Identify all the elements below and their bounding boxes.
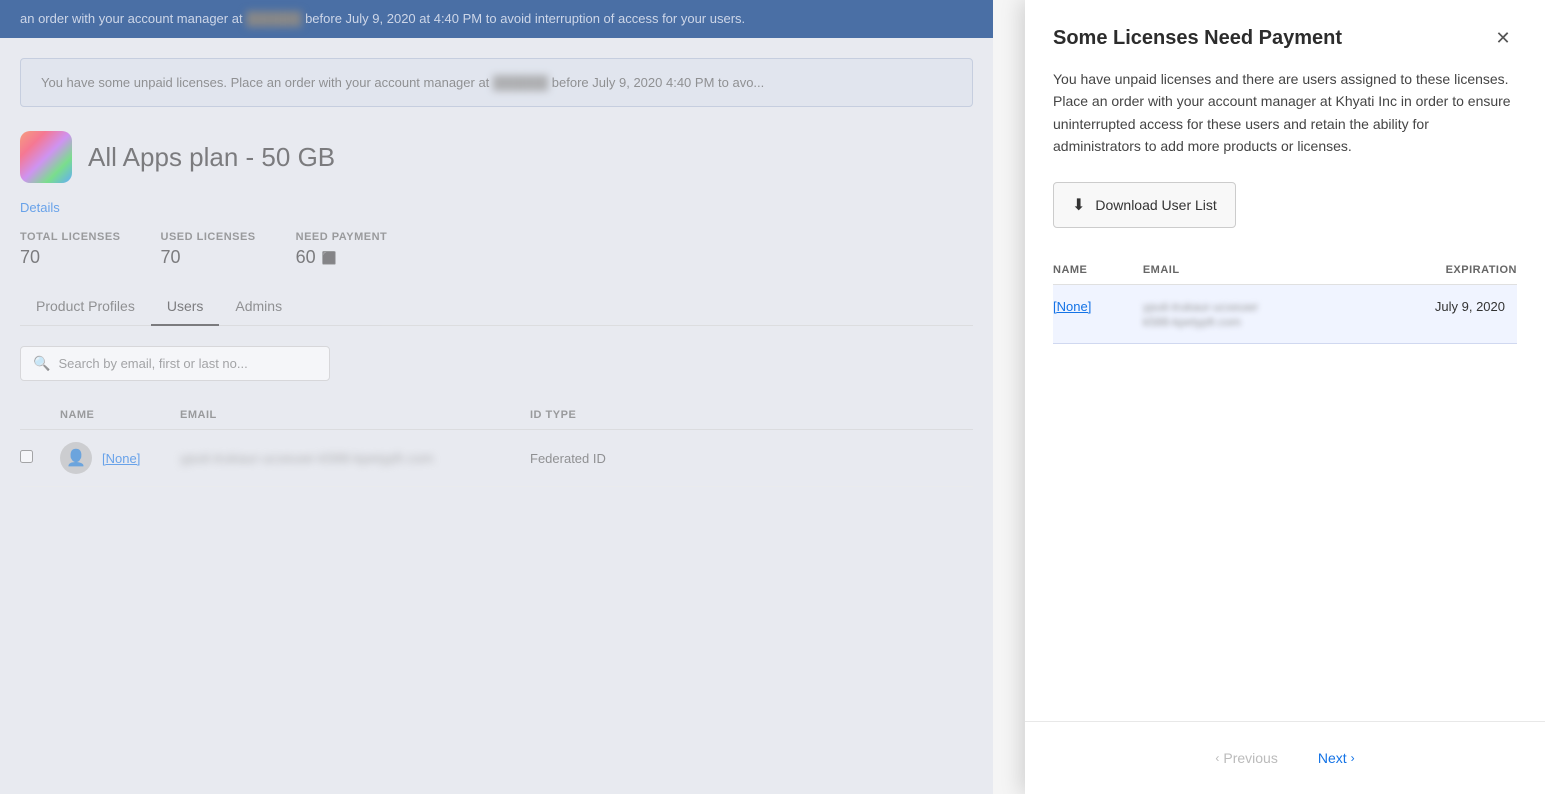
alert-date: before July 9, 2020 4:40 PM to avo... (552, 75, 764, 90)
used-label: Used Licenses (161, 231, 256, 243)
total-label: Total Licenses (20, 231, 121, 243)
banner-company: ██████ (246, 11, 305, 26)
alert-text: You have some unpaid licenses. Place an … (41, 75, 489, 90)
pagination: ‹ Previous Next › (1025, 721, 1545, 794)
user-checkbox[interactable] (20, 450, 33, 463)
search-bar[interactable]: 🔍 (20, 346, 330, 381)
user-name-link[interactable]: [None] (102, 451, 140, 466)
top-banner: an order with your account manager at ██… (0, 0, 993, 38)
product-title: All Apps plan - 50 GB (88, 142, 335, 173)
row-id-type: Federated ID (530, 451, 730, 466)
used-value: 70 (161, 247, 256, 268)
stat-payment: Need Payment 60 ⬛ (296, 231, 388, 268)
tab-admins[interactable]: Admins (219, 288, 298, 326)
col-id-type: ID Type (530, 409, 730, 421)
stat-used: Used Licenses 70 (161, 231, 256, 268)
row-name-cell: 👤 [None] (60, 442, 180, 474)
product-icon (20, 131, 72, 183)
modal-email-blurred: yputi-trukaur-ucxeuwrk588-kpetypfr.com (1143, 300, 1258, 329)
modal-col-email: Email (1143, 256, 1370, 285)
alert-box: You have some unpaid licenses. Place an … (20, 58, 973, 107)
download-button-label: Download User List (1095, 197, 1216, 213)
banner-date: before July 9, 2020 at 4:40 PM to avoid … (305, 11, 745, 26)
modal-users-table: Name Email Expiration [None] yputi-truka… (1053, 256, 1517, 344)
modal-table-row: [None] yputi-trukaur-ucxeuwrk588-kpetypf… (1053, 284, 1517, 343)
modal-panel: Some Licenses Need Payment ✕ You have un… (1025, 0, 1545, 794)
tabs-bar: Product Profiles Users Admins (20, 288, 973, 326)
chevron-left-icon: ‹ (1215, 751, 1219, 765)
next-button[interactable]: Next › (1302, 742, 1371, 774)
download-user-list-button[interactable]: ⬇ Download User List (1053, 182, 1236, 228)
modal-description: You have unpaid licenses and there are u… (1053, 68, 1517, 158)
col-email: Email (180, 409, 530, 421)
payment-icon: ⬛ (322, 251, 337, 265)
previous-button[interactable]: ‹ Previous (1199, 742, 1293, 774)
alert-company: ██████ (493, 75, 552, 90)
license-stats: Total Licenses 70 Used Licenses 70 Need … (20, 231, 973, 268)
chevron-right-icon: › (1351, 751, 1355, 765)
next-label: Next (1318, 750, 1347, 766)
banner-text: an order with your account manager at (20, 11, 243, 26)
row-email: yputi-trukaur-ucxeuwr-k588-kpetypfr.com (180, 450, 530, 466)
close-button[interactable]: ✕ (1489, 24, 1517, 52)
modal-row-email: yputi-trukaur-ucxeuwrk588-kpetypfr.com (1143, 284, 1370, 343)
total-value: 70 (20, 247, 121, 268)
download-icon: ⬇ (1072, 195, 1085, 215)
avatar: 👤 (60, 442, 92, 474)
modal-title: Some Licenses Need Payment (1053, 27, 1342, 50)
tab-product-profiles[interactable]: Product Profiles (20, 288, 151, 326)
modal-col-name: Name (1053, 256, 1143, 285)
main-background: an order with your account manager at ██… (0, 0, 993, 794)
modal-header: Some Licenses Need Payment ✕ (1025, 0, 1545, 68)
stat-total: Total Licenses 70 (20, 231, 121, 268)
payment-value: 60 ⬛ (296, 247, 388, 268)
table-row: 👤 [None] yputi-trukaur-ucxeuwr-k588-kpet… (20, 430, 973, 487)
table-header: Name Email ID Type (20, 401, 973, 430)
tab-users[interactable]: Users (151, 288, 220, 326)
modal-col-expiration: Expiration (1370, 256, 1517, 285)
col-checkbox (20, 409, 60, 421)
previous-label: Previous (1223, 750, 1277, 766)
product-header: All Apps plan - 50 GB (20, 131, 973, 183)
row-checkbox[interactable] (20, 450, 60, 466)
modal-row-expiration: July 9, 2020 (1370, 284, 1517, 343)
modal-table-header-row: Name Email Expiration (1053, 256, 1517, 285)
payment-label: Need Payment (296, 231, 388, 243)
modal-body: You have unpaid licenses and there are u… (1025, 68, 1545, 721)
col-name: Name (60, 409, 180, 421)
search-input[interactable] (58, 356, 317, 371)
modal-row-name: [None] (1053, 284, 1143, 343)
search-icon: 🔍 (33, 355, 50, 372)
details-link[interactable]: Details (20, 200, 60, 215)
modal-user-link[interactable]: [None] (1053, 299, 1091, 314)
